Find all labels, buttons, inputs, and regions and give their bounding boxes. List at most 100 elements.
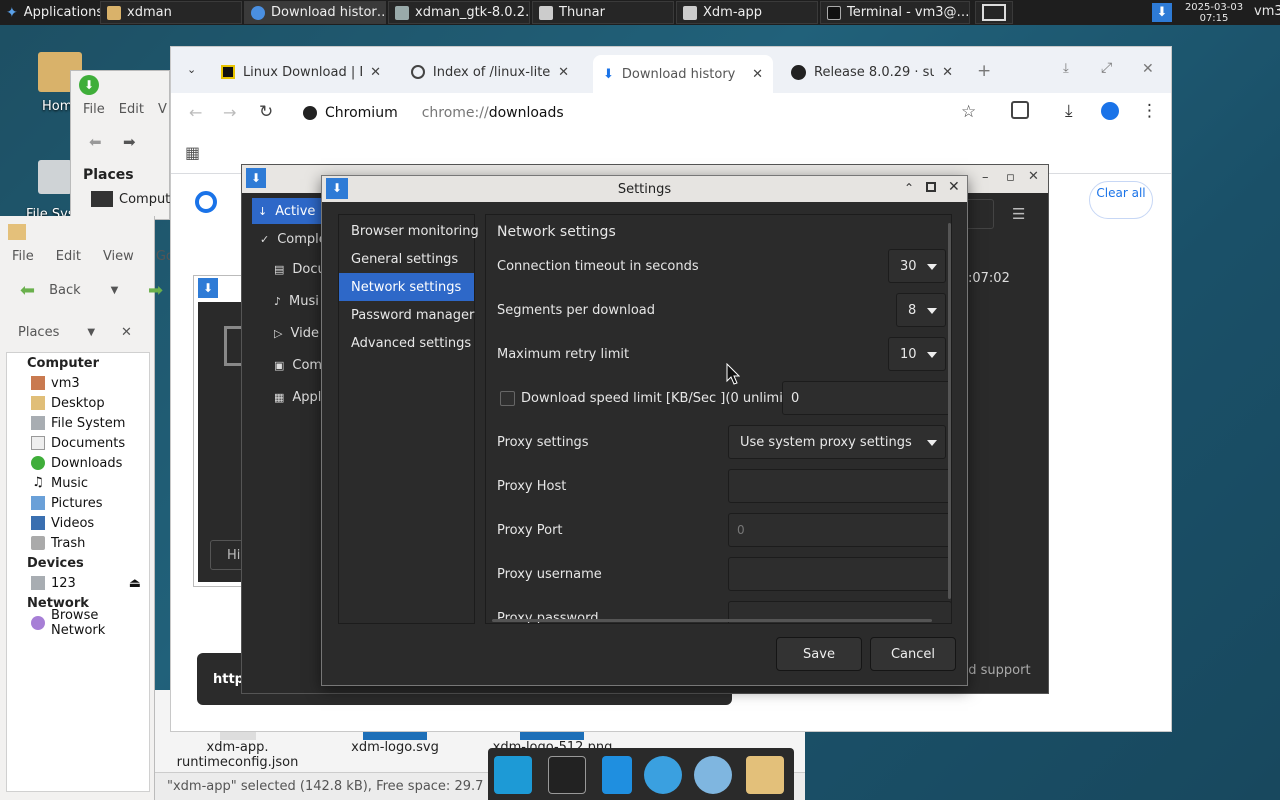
close-icon[interactable]: ✕: [752, 67, 763, 82]
menu-file[interactable]: File: [83, 102, 105, 117]
nav-completed[interactable]: ✓ Comple: [260, 226, 330, 252]
menu-kebab-icon[interactable]: ⋮: [1141, 101, 1158, 121]
proxy-port-input[interactable]: 0: [728, 513, 951, 547]
extensions-icon[interactable]: [1011, 101, 1029, 119]
sidebar-item-downloads[interactable]: Downloads: [7, 453, 149, 473]
applications-menu[interactable]: ✦ Applications: [0, 1, 100, 24]
close-icon[interactable]: ✕: [558, 65, 569, 80]
sidebar-item-videos[interactable]: Videos: [7, 513, 149, 533]
downloads-icon[interactable]: ⤓: [1065, 101, 1073, 121]
back-icon[interactable]: ←: [189, 103, 202, 122]
task-thunar[interactable]: Thunar: [532, 1, 674, 24]
minimize-icon[interactable]: –: [982, 170, 989, 185]
clock[interactable]: 2025-03-03 07:15: [1182, 0, 1246, 25]
proxy-settings-select[interactable]: Use system proxy settings: [728, 425, 946, 459]
close-icon[interactable]: ✕: [948, 179, 960, 195]
sidebar-item-file-system[interactable]: File System: [7, 413, 149, 433]
close-icon[interactable]: ✕: [1028, 169, 1039, 184]
section-title: Network settings: [497, 224, 616, 240]
user-name[interactable]: vm3: [1254, 4, 1280, 19]
file-item[interactable]: xdm-app. runtimeconfig.json: [175, 740, 300, 770]
places-selector[interactable]: Places ▼ ✕: [0, 316, 155, 348]
category-network-settings[interactable]: Network settings: [339, 273, 474, 301]
workspace-switcher[interactable]: [975, 1, 1013, 24]
tab-search-icon[interactable]: ⌄: [187, 63, 196, 76]
address-bar[interactable]: Chromium chrome://downloads: [293, 99, 993, 127]
clock-time: 07:15: [1199, 12, 1229, 24]
profile-icon[interactable]: [1101, 102, 1119, 120]
category-advanced-settings[interactable]: Advanced settings: [339, 329, 474, 357]
forward-arrow-icon[interactable]: ➡: [148, 280, 163, 301]
task-terminal[interactable]: Terminal - vm3@…: [820, 1, 970, 24]
search-icon[interactable]: [694, 756, 732, 794]
proxy-username-input[interactable]: [728, 557, 951, 591]
sidebar-item-pictures[interactable]: Pictures: [7, 493, 149, 513]
forward-icon[interactable]: →: [223, 103, 236, 122]
task-download-history[interactable]: Download histor…: [244, 1, 386, 24]
bookmark-star-icon[interactable]: ☆: [961, 102, 976, 122]
file-manager-icon[interactable]: [602, 756, 632, 794]
maximize-icon[interactable]: ⤢: [1101, 60, 1112, 76]
maximize-icon[interactable]: ▫: [1006, 170, 1015, 185]
menu-view[interactable]: V: [158, 102, 167, 117]
tab-linux-download[interactable]: Linux Download | Do ✕: [211, 57, 391, 87]
folder-icon[interactable]: [746, 756, 784, 794]
new-tab-button[interactable]: +: [977, 61, 991, 81]
maximize-icon[interactable]: [926, 182, 936, 192]
xdm-tray-icon[interactable]: ⬇: [1152, 3, 1172, 22]
sidebar-item-browse-network[interactable]: Browse Network: [7, 608, 149, 638]
vertical-scrollbar[interactable]: [948, 223, 951, 599]
category-general-settings[interactable]: General settings: [339, 245, 474, 273]
menu-file[interactable]: File: [12, 249, 34, 264]
segments-select[interactable]: 8: [896, 293, 946, 327]
terminal-icon[interactable]: [548, 756, 586, 794]
file-item[interactable]: xdm-logo.svg: [335, 740, 455, 755]
chevron-up-icon[interactable]: ⌃: [904, 181, 914, 195]
filesystem-icon[interactable]: [38, 160, 72, 194]
tab-index-of[interactable]: Index of /linux-lite/is ✕: [401, 57, 579, 87]
apps-grid-icon[interactable]: ▦: [185, 143, 200, 162]
clear-all-button[interactable]: Clear all: [1089, 181, 1153, 219]
cancel-button[interactable]: Cancel: [870, 637, 956, 671]
folder-icon: [107, 5, 121, 20]
tab-release[interactable]: Release 8.0.29 · su ✕: [781, 57, 963, 87]
task-xdm-app[interactable]: Xdm-app: [676, 1, 818, 24]
hamburger-menu-icon[interactable]: ☰: [1012, 205, 1025, 223]
connection-timeout-select[interactable]: 30: [888, 249, 946, 283]
eject-icon[interactable]: ⏏: [129, 576, 141, 591]
menu-edit[interactable]: Edit: [119, 102, 144, 117]
sidebar-item-123[interactable]: 123 ⏏: [7, 573, 149, 593]
close-icon[interactable]: ✕: [121, 325, 132, 340]
web-browser-icon[interactable]: [644, 756, 682, 794]
speed-limit-checkbox[interactable]: [500, 391, 515, 406]
close-window-icon[interactable]: ✕: [1142, 61, 1154, 77]
task-xdman[interactable]: xdman: [100, 1, 242, 24]
nav-active[interactable]: ↓ Active: [252, 198, 330, 224]
sidebar-item-music[interactable]: ♫ Music: [7, 473, 149, 493]
task-xdman-gtk[interactable]: xdman_gtk-8.0.2…: [388, 1, 530, 24]
proxy-host-input[interactable]: [728, 469, 951, 503]
category-browser-monitoring[interactable]: Browser monitoring: [339, 217, 479, 245]
menu-view[interactable]: View: [103, 249, 134, 264]
speed-limit-input[interactable]: 0: [782, 381, 951, 415]
minimize-icon[interactable]: ⤓: [1063, 61, 1069, 76]
retry-limit-select[interactable]: 10: [888, 337, 946, 371]
category-password-manager[interactable]: Password manager: [339, 301, 474, 329]
forward-arrow-icon[interactable]: ➡: [123, 133, 136, 151]
save-button[interactable]: Save: [776, 637, 862, 671]
support-link[interactable]: nd support: [960, 663, 1031, 678]
sidebar-item-documents[interactable]: Documents: [7, 433, 149, 453]
menu-edit[interactable]: Edit: [56, 249, 81, 264]
sidebar-item-desktop[interactable]: Desktop: [7, 393, 149, 413]
reload-icon[interactable]: ↻: [259, 102, 273, 122]
sidebar-item-trash[interactable]: Trash: [7, 533, 149, 553]
sidebar-item-vm3[interactable]: vm3: [7, 373, 149, 393]
dialog-body: Hi: [198, 302, 250, 582]
horizontal-scrollbar[interactable]: [492, 619, 932, 622]
close-icon[interactable]: ✕: [370, 65, 381, 80]
show-desktop-icon[interactable]: [494, 756, 532, 794]
close-icon[interactable]: ✕: [942, 65, 953, 80]
back-arrow-icon[interactable]: ⬅: [89, 133, 102, 151]
back-button[interactable]: ⬅ Back ▼: [20, 280, 118, 301]
tab-download-history[interactable]: ⬇ Download history ✕: [593, 55, 773, 93]
